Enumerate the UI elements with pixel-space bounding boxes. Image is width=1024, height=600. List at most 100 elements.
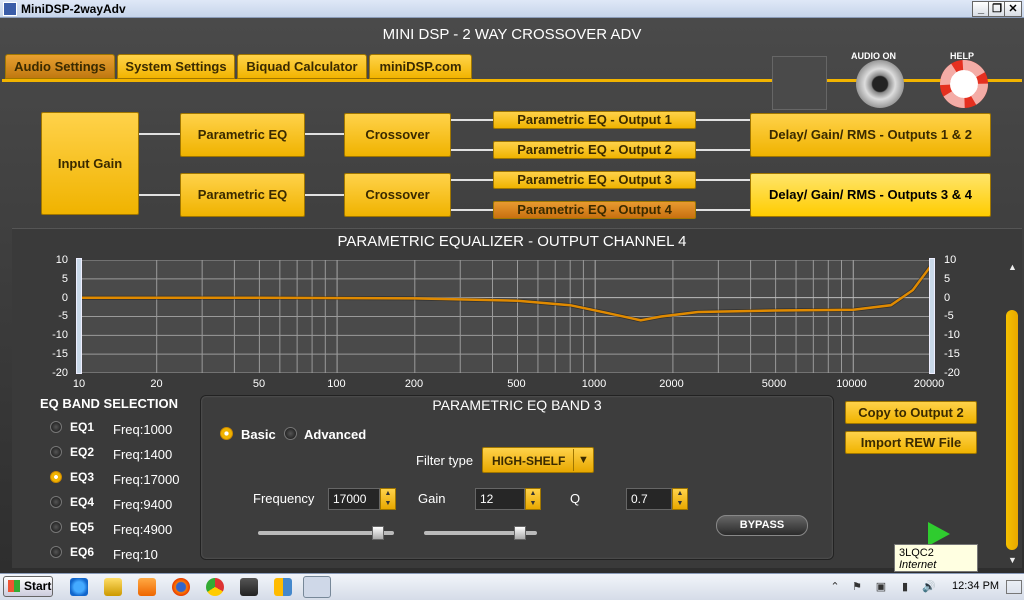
parametric-eq-block-1[interactable]: Parametric EQ <box>180 113 305 157</box>
x-tick: 200 <box>404 378 424 390</box>
band-label: EQ4 <box>70 495 95 509</box>
band-label: EQ5 <box>70 520 95 534</box>
x-tick: 5000 <box>761 378 787 390</box>
status-box <box>772 56 827 110</box>
show-hidden-icons-icon[interactable]: ⌃ <box>828 580 842 594</box>
connector <box>451 149 493 151</box>
title-bar <box>0 0 1024 18</box>
band-radio-eq3[interactable] <box>50 471 62 483</box>
internet-explorer-icon[interactable] <box>70 578 88 596</box>
frequency-stepper[interactable]: ▲ ▼ <box>380 488 396 510</box>
band-radio-eq4[interactable] <box>50 496 62 508</box>
band-radio-eq2[interactable] <box>50 446 62 458</box>
scrollbar-thumb[interactable] <box>1006 310 1018 550</box>
y-tick-left: 5 <box>61 272 68 285</box>
q-stepper[interactable]: ▲ ▼ <box>672 488 688 510</box>
y-tick-left: -20 <box>52 366 68 379</box>
tab-biquad-calculator[interactable]: Biquad Calculator <box>237 54 367 79</box>
peq-output-2-block[interactable]: Parametric EQ - Output 2 <box>493 141 696 159</box>
show-desktop-icon[interactable] <box>1006 580 1022 594</box>
tab-audio-settings[interactable]: Audio Settings <box>5 54 115 79</box>
graph-title: PARAMETRIC EQUALIZER - OUTPUT CHANNEL 4 <box>337 233 687 250</box>
gain-input[interactable]: 12 <box>475 488 525 510</box>
peq-band-title: PARAMETRIC EQ BAND 3 <box>432 397 602 413</box>
connector <box>451 209 493 211</box>
connector <box>139 133 181 135</box>
bypass-button[interactable]: BYPASS <box>716 515 808 536</box>
connector <box>305 194 345 196</box>
peq-output-3-block[interactable]: Parametric EQ - Output 3 <box>493 171 696 189</box>
gain-slider-thumb[interactable] <box>514 526 527 540</box>
folder-icon[interactable] <box>104 578 122 596</box>
y-tick-left: 0 <box>61 291 68 304</box>
tab-system-settings[interactable]: System Settings <box>117 54 235 79</box>
x-tick: 100 <box>327 378 346 390</box>
copy-to-output-button[interactable]: Copy to Output 2 <box>845 401 977 424</box>
action-center-flag-icon[interactable]: ⚑ <box>850 580 864 594</box>
eq-curve-shadow <box>79 264 931 323</box>
device-icon[interactable]: ▣ <box>874 580 888 594</box>
firefox-icon[interactable] <box>172 578 190 596</box>
crossover-block-2[interactable]: Crossover <box>344 173 451 217</box>
grid-lines <box>79 260 931 373</box>
peq-output-1-block[interactable]: Parametric EQ - Output 1 <box>493 111 696 129</box>
media-player-icon[interactable] <box>138 578 156 596</box>
app-title: MINI DSP - 2 WAY CROSSOVER ADV <box>382 26 642 43</box>
band-radio-eq5[interactable] <box>50 521 62 533</box>
frequency-label: Frequency <box>253 491 315 506</box>
minidsp-taskbar-button[interactable] <box>303 576 331 598</box>
chevron-down-icon[interactable]: ▼ <box>573 449 593 471</box>
network-tooltip: 3LQC2 Internet access <box>894 544 978 583</box>
eq-response-graph <box>79 260 931 373</box>
band-freq: Freq:1000 <box>113 422 173 437</box>
chrome-icon[interactable] <box>206 578 224 596</box>
x-tick: 1000 <box>581 378 607 390</box>
window-title: MiniDSP-2wayAdv <box>21 2 126 16</box>
graph-right-edge-bar <box>929 258 935 374</box>
x-tick: 10 <box>72 378 86 390</box>
advanced-mode-label: Advanced <box>304 427 367 442</box>
y-tick-right: -5 <box>944 310 954 323</box>
x-tick: 50 <box>252 378 266 390</box>
frequency-input[interactable]: 17000 <box>328 488 380 510</box>
app-windows-icon[interactable] <box>274 578 292 596</box>
parametric-eq-block-2[interactable]: Parametric EQ <box>180 173 305 217</box>
audio-on-label: AUDIO ON <box>851 51 896 61</box>
lifebuoy-help-icon[interactable] <box>940 60 988 108</box>
crossover-block-1[interactable]: Crossover <box>344 113 451 157</box>
band-radio-eq1[interactable] <box>50 421 62 433</box>
close-button[interactable]: ✕ <box>1004 1 1022 17</box>
speaker-icon[interactable] <box>856 60 904 108</box>
y-tick-left: -10 <box>52 329 68 342</box>
input-gain-block[interactable]: Input Gain <box>41 112 139 215</box>
band-label: EQ3 <box>70 470 95 484</box>
connector <box>696 149 750 151</box>
eq-band-selection-title: EQ BAND SELECTION <box>40 396 178 411</box>
x-tick: 500 <box>507 378 526 390</box>
volume-icon[interactable]: 🔊 <box>922 580 936 594</box>
basic-mode-radio[interactable] <box>220 427 233 440</box>
connector <box>451 179 493 181</box>
q-input[interactable]: 0.7 <box>626 488 672 510</box>
delay-gain-rms-outputs-3-4-block[interactable]: Delay/ Gain/ RMS - Outputs 3 & 4 <box>750 173 991 217</box>
network-icon[interactable]: ▮ <box>898 580 912 594</box>
x-tick: 20 <box>150 378 163 390</box>
gain-stepper[interactable]: ▲ ▼ <box>525 488 541 510</box>
advanced-mode-radio[interactable] <box>284 427 297 440</box>
band-freq: Freq:10 <box>113 547 158 562</box>
basic-mode-label: Basic <box>241 427 276 442</box>
peq-output-4-block[interactable]: Parametric EQ - Output 4 <box>493 201 696 219</box>
delay-gain-rms-outputs-1-2-block[interactable]: Delay/ Gain/ RMS - Outputs 1 & 2 <box>750 113 991 157</box>
frequency-slider-thumb[interactable] <box>371 526 384 540</box>
x-tick: 2000 <box>659 378 684 390</box>
scroll-up-arrow[interactable]: ▲ <box>1008 262 1017 272</box>
import-rew-file-button[interactable]: Import REW File <box>845 431 977 454</box>
band-radio-eq6[interactable] <box>50 546 62 558</box>
tab-minidsp-com[interactable]: miniDSP.com <box>369 54 472 79</box>
system-clock[interactable]: 12:34 PM <box>952 580 999 592</box>
connector <box>451 119 493 121</box>
rew-icon[interactable] <box>240 578 258 596</box>
next-arrow-icon[interactable] <box>928 522 950 546</box>
scroll-down-arrow[interactable]: ▼ <box>1008 555 1017 565</box>
band-label: EQ6 <box>70 545 95 559</box>
